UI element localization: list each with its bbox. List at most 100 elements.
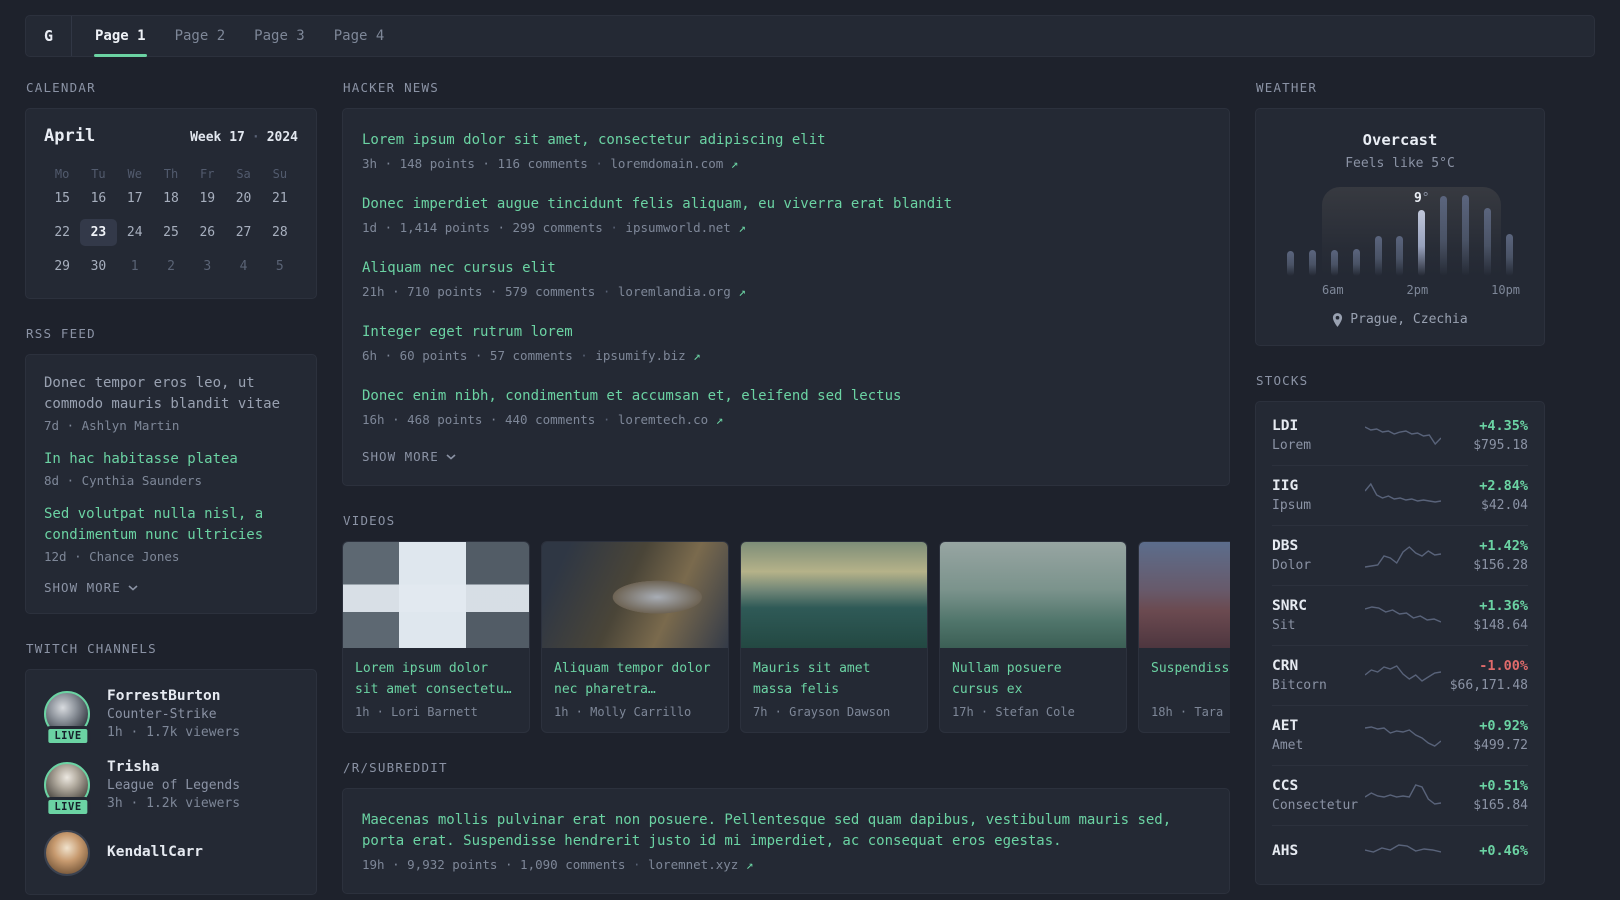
twitch-channel-name[interactable]: ForrestBurton: [107, 688, 240, 704]
subreddit-post-title-link[interactable]: Maecenas mollis pulvinar erat non posuer…: [362, 810, 1210, 852]
hacker-news-domain-link[interactable]: ipsumify.biz: [595, 348, 685, 363]
weather-bar-slot: [1280, 195, 1302, 276]
video-card[interactable]: Aliquam tempor dolor nec pharetra… 1h · …: [541, 541, 729, 733]
video-card[interactable]: Suspendisse diam 18h · Tara: [1138, 541, 1230, 733]
hacker-news-domain-link[interactable]: loremdomain.com: [610, 156, 723, 171]
rss-item-title-link[interactable]: In hac habitasse platea: [44, 449, 298, 470]
video-title-link[interactable]: Aliquam tempor dolor nec pharetra…: [554, 659, 716, 700]
video-title-link[interactable]: Mauris sit amet massa felis: [753, 659, 915, 700]
middle-column: HACKER NEWS Lorem ipsum dolor sit amet, …: [342, 80, 1230, 900]
weather-bar-slot: [1433, 195, 1455, 276]
hacker-news-domain-link[interactable]: loremlandia.org: [618, 284, 731, 299]
stock-sparkline: [1364, 541, 1442, 571]
twitch-avatar-wrap: LIVE: [44, 691, 92, 746]
twitch-avatar-wrap: [44, 830, 92, 876]
rss-item-title-link[interactable]: Donec tempor eros leo, ut commodo mauris…: [44, 373, 298, 415]
tab-page-3[interactable]: Page 3: [254, 16, 305, 56]
app-logo[interactable]: G: [26, 16, 72, 56]
video-meta: 17h · Stefan Cole: [952, 705, 1075, 719]
weather-bar: [1418, 209, 1426, 276]
videos-row: Lorem ipsum dolor sit amet consectetu… 1…: [342, 541, 1230, 733]
twitch-channel-row[interactable]: LIVE ForrestBurton Counter-Strike 1h · 1…: [44, 688, 298, 746]
stocks-card: LDI Lorem +4.35% $795.18 IIG Ipsum +2.84…: [1255, 401, 1545, 885]
hacker-news-domain-link[interactable]: ipsumworld.net: [625, 220, 730, 235]
video-thumbnail[interactable]: [741, 542, 927, 648]
twitch-channel-name[interactable]: KendallCarr: [107, 844, 203, 860]
weather-current-temp: 9°: [1413, 190, 1430, 206]
stock-price: $499.72: [1473, 738, 1528, 753]
calendar-day: 5: [275, 259, 284, 274]
rss-section-label: RSS FEED: [26, 326, 96, 341]
calendar-day: 26: [199, 225, 216, 240]
rss-show-more-button[interactable]: SHOW MORE: [44, 580, 298, 595]
video-thumbnail[interactable]: [940, 542, 1126, 648]
hacker-news-title-link[interactable]: Lorem ipsum dolor sit amet, consectetur …: [362, 130, 1210, 151]
stock-change-percent: +1.42%: [1479, 538, 1528, 554]
weather-bar-slot: [1389, 195, 1411, 276]
weather-time-label: [1428, 283, 1449, 297]
hacker-news-meta: 16h · 468 points · 440 comments · loremt…: [362, 412, 724, 427]
video-title-link[interactable]: Lorem ipsum dolor sit amet consectetu…: [355, 659, 517, 700]
stocks-widget: STOCKS LDI Lorem +4.35% $795.18 IIG Ipsu…: [1255, 373, 1545, 885]
calendar-week-year: Week 17 · 2024: [190, 130, 298, 145]
hacker-news-meta: 3h · 148 points · 116 comments · loremdo…: [362, 156, 739, 171]
weather-condition: Overcast: [1362, 131, 1438, 149]
hacker-news-show-more-button[interactable]: SHOW MORE: [362, 449, 1210, 464]
video-card[interactable]: Lorem ipsum dolor sit amet consectetu… 1…: [342, 541, 530, 733]
stock-row[interactable]: AHS +0.46%: [1272, 825, 1528, 880]
right-column: WEATHER Overcast Feels like 5°C 9° 6am 2…: [1255, 80, 1545, 900]
video-title-link[interactable]: Suspendisse diam: [1151, 659, 1230, 700]
twitch-channel-name[interactable]: Trisha: [107, 759, 240, 775]
video-card[interactable]: Mauris sit amet massa felis 7h · Grayson…: [740, 541, 928, 733]
calendar-month-label: April: [44, 126, 96, 146]
stock-change-percent: +1.36%: [1479, 598, 1528, 614]
stock-row[interactable]: AET Amet +0.92% $499.72: [1272, 705, 1528, 765]
stock-row[interactable]: DBS Dolor +1.42% $156.28: [1272, 525, 1528, 585]
video-meta: 7h · Grayson Dawson: [753, 705, 891, 719]
tab-page-2[interactable]: Page 2: [175, 16, 226, 56]
weather-bar: [1396, 236, 1404, 276]
stock-row[interactable]: SNRC Sit +1.36% $148.64: [1272, 585, 1528, 645]
stock-ticker: LDI: [1272, 418, 1299, 434]
weather-feels-like: Feels like 5°C: [1345, 156, 1455, 171]
video-thumbnail[interactable]: [542, 542, 728, 648]
video-card-body: Aliquam tempor dolor nec pharetra… 1h · …: [542, 648, 728, 732]
calendar-weekday-label: Mo: [54, 167, 70, 181]
stock-row[interactable]: LDI Lorem +4.35% $795.18: [1272, 406, 1528, 465]
weather-bar-slot: [1476, 195, 1498, 276]
weather-bar-slot: [1498, 195, 1520, 276]
video-meta: 1h · Molly Carrillo: [554, 705, 692, 719]
tab-page-1[interactable]: Page 1: [94, 16, 147, 57]
external-link-icon: ↗: [738, 220, 746, 235]
rss-show-more-label: SHOW MORE: [44, 580, 121, 595]
hacker-news-title-link[interactable]: Donec enim nibh, condimentum et accumsan…: [362, 386, 1210, 407]
twitch-channel-category: Counter-Strike: [107, 707, 217, 722]
stock-row[interactable]: IIG Ipsum +2.84% $42.04: [1272, 465, 1528, 525]
weather-bar-slot: [1367, 195, 1389, 276]
hacker-news-title-link[interactable]: Integer eget rutrum lorem: [362, 322, 1210, 343]
hacker-news-title-link[interactable]: Aliquam nec cursus elit: [362, 258, 1210, 279]
calendar-day: 22: [54, 225, 70, 240]
weather-bar: [1352, 249, 1360, 276]
calendar-day: 17: [126, 191, 143, 206]
weather-time-label: 6am: [1321, 283, 1344, 297]
video-thumbnail[interactable]: [343, 542, 529, 648]
video-title-link[interactable]: Nullam posuere cursus ex: [952, 659, 1114, 700]
hacker-news-title-link[interactable]: Donec imperdiet augue tincidunt felis al…: [362, 194, 1210, 215]
stock-change-percent: +4.35%: [1479, 418, 1528, 434]
twitch-channel-category: League of Legends: [107, 778, 241, 793]
subreddit-domain-link[interactable]: loremnet.xyz: [648, 857, 738, 872]
rss-item-title-link[interactable]: Sed volutpat nulla nisl, a condimentum n…: [44, 504, 298, 546]
twitch-channel-row[interactable]: KendallCarr: [44, 830, 298, 876]
video-thumbnail[interactable]: [1139, 542, 1230, 648]
calendar-week-number: Week 17: [190, 130, 245, 145]
tab-page-4[interactable]: Page 4: [334, 16, 385, 56]
stock-row[interactable]: CCS Consectetur +0.51% $165.84: [1272, 765, 1528, 825]
stock-row[interactable]: CRN Bitcorn -1.00% $66,171.48: [1272, 645, 1528, 705]
video-card[interactable]: Nullam posuere cursus ex 17h · Stefan Co…: [939, 541, 1127, 733]
subreddit-section-label: /R/SUBREDDIT: [343, 760, 448, 775]
stock-name: Consectetur: [1272, 798, 1359, 813]
twitch-channel-row[interactable]: LIVE Trisha League of Legends 3h · 1.2k …: [44, 759, 298, 817]
hacker-news-domain-link[interactable]: loremtech.co: [618, 412, 708, 427]
calendar-day: 20: [235, 191, 252, 206]
